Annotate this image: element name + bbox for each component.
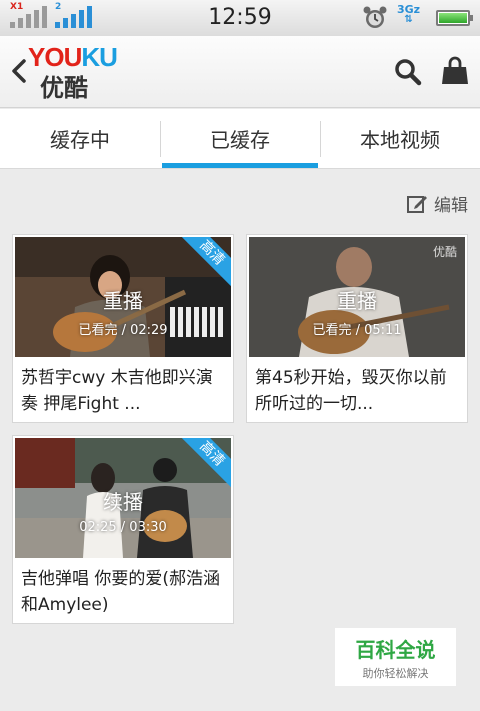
video-title: 吉他弹唱 你要的爱(郝浩涵和Amylee) bbox=[21, 569, 221, 615]
battery-icon bbox=[436, 10, 473, 26]
network-indicator: 3Gz ⇅ bbox=[397, 3, 420, 25]
replay-label: 重播 bbox=[103, 289, 143, 313]
search-icon[interactable] bbox=[394, 58, 422, 86]
badge-subtitle: 助你轻松解决 bbox=[362, 667, 429, 680]
edit-label: 编辑 bbox=[434, 196, 468, 216]
video-card[interactable]: 高清 重播 已看完 / 02:29 苏哲宇cwy 木吉他即兴演奏 押尾Fight… bbox=[12, 234, 234, 423]
video-thumbnail[interactable]: 高清 重播 已看完 / 02:29 bbox=[15, 237, 231, 357]
badge-title: 百科全说 bbox=[355, 638, 436, 662]
status-bar: X1 2 12:59 3Gz ⇅ bbox=[0, 0, 480, 36]
video-title: 苏哲宇cwy 木吉他即兴演奏 押尾Fight ... bbox=[21, 368, 213, 414]
video-title: 第45秒开始，毁灭你以前所听过的一切... bbox=[255, 368, 447, 414]
tab-downloaded[interactable]: 已缓存 bbox=[160, 109, 320, 168]
youku-watermark: 优酷 bbox=[432, 245, 457, 259]
video-card[interactable]: 优酷 重播 已看完 / 05:11 第45秒开始，毁灭你以前所听过的一切... bbox=[246, 234, 468, 423]
tab-bar: 缓存中 已缓存 本地视频 bbox=[0, 109, 480, 169]
watch-progress: 已看完 / 02:29 bbox=[78, 323, 168, 338]
video-thumbnail[interactable]: 优酷 重播 已看完 / 05:11 bbox=[249, 237, 465, 357]
replay-label: 重播 bbox=[337, 289, 377, 313]
app-header: YOUKU 优酷 bbox=[0, 36, 480, 108]
youku-logo-cn: 优酷 bbox=[40, 74, 88, 102]
baike-watermark-badge: 百科全说 助你轻松解决 bbox=[335, 628, 456, 686]
tab-local-video[interactable]: 本地视频 bbox=[320, 109, 480, 168]
tab-downloading[interactable]: 缓存中 bbox=[0, 109, 160, 168]
video-thumbnail[interactable]: 高清 续播 02:25 / 03:30 bbox=[15, 438, 231, 558]
alarm-icon bbox=[363, 6, 387, 28]
edit-button[interactable]: 编辑 bbox=[406, 191, 468, 216]
watch-progress: 02:25 / 03:30 bbox=[79, 520, 167, 535]
video-card[interactable]: 高清 续播 02:25 / 03:30 吉他弹唱 你要的爱(郝浩涵和Amylee… bbox=[12, 435, 234, 624]
shopping-bag-icon[interactable] bbox=[441, 56, 469, 86]
edit-icon bbox=[407, 195, 427, 213]
resume-label: 续播 bbox=[103, 490, 143, 514]
watch-progress: 已看完 / 05:11 bbox=[312, 323, 402, 338]
